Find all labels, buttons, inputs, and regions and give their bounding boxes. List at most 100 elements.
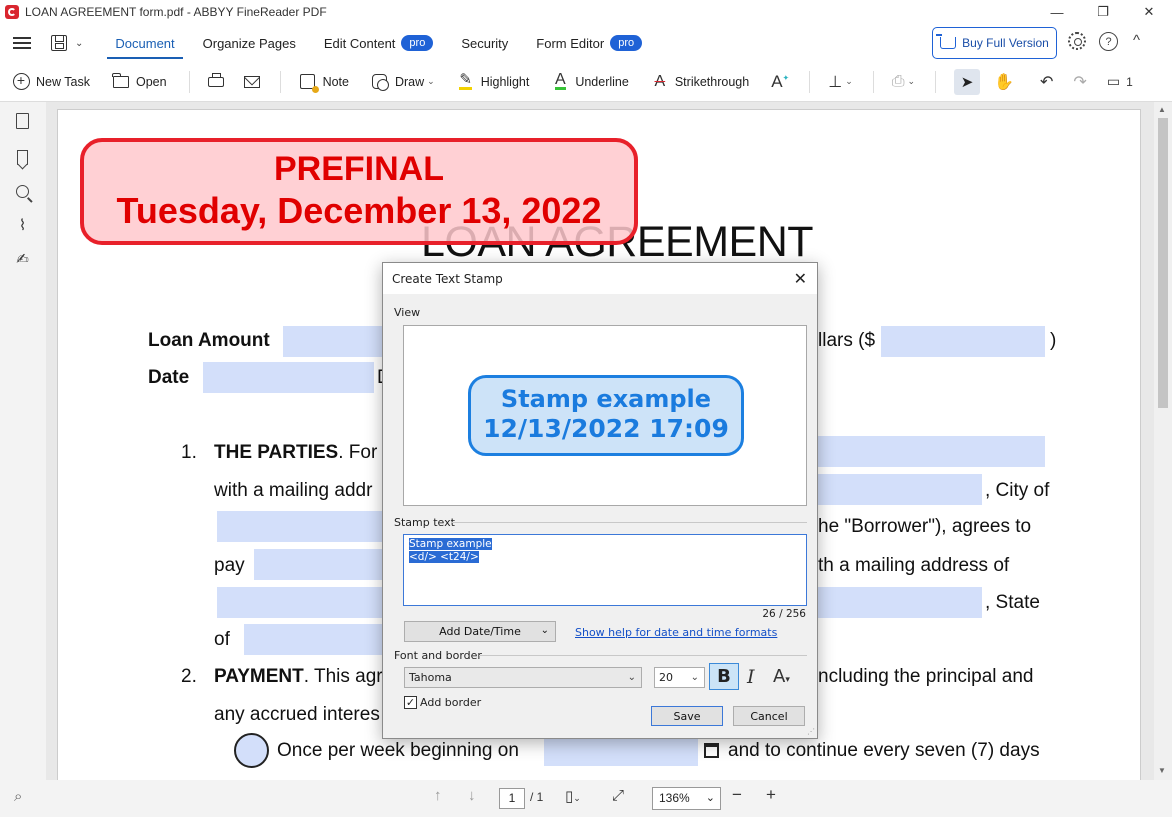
cancel-button[interactable]: Cancel bbox=[733, 706, 805, 726]
zoom-select[interactable]: 136% ⌄ bbox=[652, 787, 721, 810]
hamburger-menu-icon[interactable] bbox=[13, 34, 31, 52]
resize-grip-icon[interactable]: ⋰ bbox=[807, 727, 815, 736]
top-right-icons: ? ^ bbox=[1068, 32, 1140, 51]
redo-button[interactable]: ↷ bbox=[1073, 72, 1086, 92]
bookmarks-panel-button[interactable] bbox=[14, 148, 31, 166]
draw-button[interactable]: Draw ⌄ bbox=[371, 73, 435, 91]
search-settings-icon[interactable]: ⌕ bbox=[14, 788, 22, 805]
page-layout-icon[interactable]: ▯⌄ bbox=[565, 787, 581, 805]
add-date-time-label: Add Date/Time bbox=[439, 625, 521, 638]
chevron-down-icon: ⌄ bbox=[845, 76, 853, 86]
lender-name-field[interactable] bbox=[818, 436, 1045, 467]
tab-security[interactable]: Security bbox=[447, 24, 522, 62]
text-format-button[interactable]: A✦ bbox=[771, 72, 789, 92]
city-field[interactable] bbox=[217, 511, 383, 542]
comments-count: 1 bbox=[1126, 74, 1133, 89]
total-pages: / 1 bbox=[530, 790, 544, 804]
email-button[interactable] bbox=[243, 75, 260, 88]
minimize-button[interactable]: — bbox=[1034, 0, 1080, 24]
new-task-button[interactable]: + New Task bbox=[12, 73, 90, 91]
toolbar: + New Task Open Note Draw ⌄ ✎ Highlight A… bbox=[0, 62, 1172, 102]
bookmark-icon bbox=[17, 149, 28, 165]
signature-pen-icon: ✍ bbox=[16, 251, 29, 268]
next-page-icon[interactable]: ↓ bbox=[468, 787, 476, 804]
loan-amount-field[interactable] bbox=[283, 326, 383, 357]
prefinal-stamp[interactable]: PREFINAL Tuesday, December 13, 2022 bbox=[80, 138, 638, 245]
print-button[interactable] bbox=[207, 72, 224, 87]
close-window-button[interactable]: ✕ bbox=[1126, 0, 1172, 24]
fit-page-icon[interactable]: ⤢ bbox=[612, 787, 624, 804]
pages-panel-button[interactable] bbox=[14, 112, 31, 130]
underline-button[interactable]: A Underline bbox=[551, 71, 629, 91]
item-2-paragraph: PAYMENT. This agr bbox=[214, 666, 383, 688]
chevron-down-icon[interactable]: ⌄ bbox=[75, 38, 83, 49]
tab-organize-pages[interactable]: Organize Pages bbox=[189, 24, 310, 62]
view-label: View bbox=[394, 306, 421, 319]
borrower-address-field[interactable] bbox=[217, 587, 383, 618]
previous-page-icon[interactable]: ↑ bbox=[434, 787, 442, 804]
borrower-name-field[interactable] bbox=[254, 549, 383, 580]
note-icon bbox=[300, 74, 320, 93]
scroll-down-icon[interactable]: ▼ bbox=[1158, 766, 1166, 775]
zoom-out-icon[interactable]: − bbox=[732, 785, 742, 805]
note-button[interactable]: Note bbox=[299, 73, 349, 93]
strikethrough-button[interactable]: A Strikethrough bbox=[651, 73, 750, 91]
gear-icon[interactable] bbox=[1068, 32, 1086, 50]
save-icon[interactable] bbox=[51, 35, 67, 51]
font-size-value: 20 bbox=[659, 671, 673, 684]
buy-full-version-button[interactable]: Buy Full Version bbox=[932, 27, 1057, 59]
window-controls: — ❐ ✕ bbox=[1034, 0, 1172, 24]
tab-edit-content[interactable]: Edit Content pro bbox=[310, 24, 447, 62]
attachments-panel-button[interactable]: ⌇ bbox=[14, 216, 31, 234]
add-date-time-button[interactable]: Add Date/Time ⌄ bbox=[404, 621, 556, 642]
font-color-button[interactable]: A▾ bbox=[773, 666, 790, 687]
save-button[interactable]: Save bbox=[651, 706, 723, 726]
dollars-text: llars ($ bbox=[818, 330, 876, 351]
open-button[interactable]: Open bbox=[112, 72, 167, 91]
chevron-down-icon: ▾ bbox=[785, 675, 790, 685]
signatures-panel-button[interactable]: ✍ bbox=[14, 250, 31, 268]
tab-form-editor-label: Form Editor bbox=[536, 35, 605, 51]
page-number-input[interactable]: 1 bbox=[499, 788, 525, 809]
font-size-select[interactable]: 20 ⌄ bbox=[654, 667, 705, 688]
dialog-close-icon[interactable]: ✕ bbox=[794, 269, 807, 288]
help-icon[interactable]: ? bbox=[1099, 32, 1118, 51]
preview-line-1: Stamp example bbox=[500, 385, 712, 413]
comments-button[interactable]: ▭ 1 bbox=[1107, 73, 1133, 90]
zoom-in-icon[interactable]: + bbox=[766, 785, 776, 805]
undo-button[interactable]: ↶ bbox=[1040, 72, 1053, 92]
including-text: ncluding the principal and bbox=[818, 666, 1034, 687]
date-format-help-link[interactable]: Show help for date and time formats bbox=[575, 626, 777, 639]
borrower-city-field[interactable] bbox=[818, 587, 982, 618]
weekly-start-date-field[interactable] bbox=[544, 735, 698, 766]
lender-address-field[interactable] bbox=[818, 474, 982, 505]
calendar-icon[interactable] bbox=[704, 743, 719, 758]
scroll-up-icon[interactable]: ▲ bbox=[1158, 105, 1166, 114]
vertical-scrollbar[interactable]: ▲ ▼ bbox=[1154, 102, 1172, 780]
loan-amount-number-field[interactable] bbox=[881, 326, 1045, 357]
italic-toggle-button[interactable]: I bbox=[747, 666, 755, 688]
stamp-text-input[interactable]: Stamp example <d/> <t24/> bbox=[403, 534, 807, 606]
scroll-thumb[interactable] bbox=[1158, 118, 1168, 408]
tab-document[interactable]: Document bbox=[101, 24, 188, 62]
weekly-radio-button[interactable] bbox=[234, 733, 269, 768]
underline-icon: A bbox=[554, 71, 566, 90]
bold-toggle-button[interactable]: B bbox=[709, 663, 739, 690]
highlight-button[interactable]: ✎ Highlight bbox=[457, 72, 529, 91]
date-field[interactable] bbox=[203, 362, 374, 393]
tab-form-editor[interactable]: Form Editor pro bbox=[522, 24, 656, 62]
add-border-checkbox[interactable]: ✓ bbox=[404, 696, 417, 709]
hand-tool-button[interactable]: ✋ bbox=[994, 72, 1014, 92]
search-panel-button[interactable] bbox=[14, 182, 31, 200]
select-tool-button[interactable]: ➤ bbox=[954, 68, 981, 95]
state-field[interactable] bbox=[244, 624, 383, 655]
stamp-button[interactable]: ⊥ ⌄ bbox=[828, 72, 852, 92]
collapse-ribbon-icon[interactable]: ^ bbox=[1133, 32, 1140, 51]
restore-button[interactable]: ❐ bbox=[1080, 0, 1126, 24]
redact-button[interactable]: ⎙ ⌄ bbox=[892, 73, 915, 91]
mailing-address-text: with a mailing addr bbox=[214, 480, 373, 501]
stamp-preview: Stamp example 12/13/2022 17:09 bbox=[403, 325, 807, 506]
toolbar-divider bbox=[279, 70, 281, 93]
item-2-number: 2. bbox=[181, 666, 197, 687]
font-name-select[interactable]: Tahoma ⌄ bbox=[404, 667, 642, 688]
